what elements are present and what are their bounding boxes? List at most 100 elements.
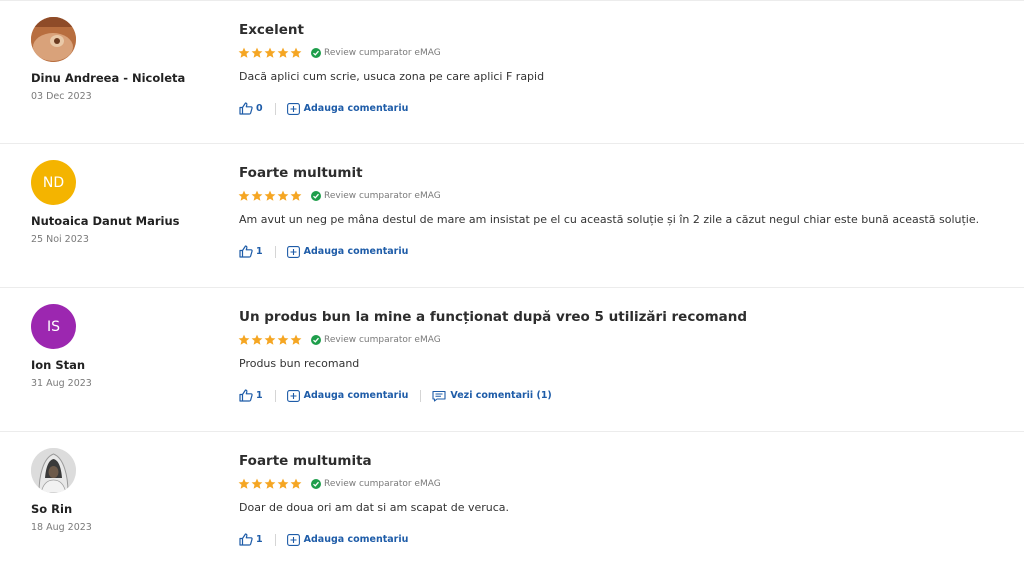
- review-meta: Review cumparator eMAG: [238, 46, 441, 60]
- review-date: 25 Noi 2023: [31, 234, 89, 245]
- star-icon: [277, 334, 289, 345]
- review-text: Dacă aplici cum scrie, usuca zona pe car…: [239, 70, 545, 83]
- plus-box-icon: [286, 533, 300, 546]
- like-button[interactable]: 1: [239, 245, 263, 258]
- star-icon: [290, 478, 302, 489]
- thumbs-up-icon: [239, 533, 253, 546]
- add-comment-button[interactable]: Adauga comentariu: [286, 245, 409, 258]
- like-count: 1: [256, 246, 263, 257]
- star-icon: [251, 334, 263, 345]
- divider: [274, 102, 276, 115]
- star-rating: [238, 190, 302, 202]
- like-count: 0: [256, 103, 263, 114]
- review-title: Foarte multumit: [239, 165, 363, 181]
- star-icon: [264, 190, 276, 201]
- review-title: Excelent: [239, 22, 304, 38]
- star-icon: [264, 334, 276, 345]
- review-meta: Review cumparator eMAG: [238, 189, 441, 203]
- divider: [420, 389, 422, 402]
- comment-icon: [432, 390, 446, 402]
- review-author: Nutoaica Danut Marius: [31, 214, 180, 228]
- thumbs-up-icon: [239, 102, 253, 115]
- like-button[interactable]: 1: [239, 533, 263, 546]
- hooded-figure-photo-icon: [31, 448, 76, 493]
- star-rating: [238, 47, 302, 59]
- divider: [274, 533, 276, 546]
- initials-avatar: IS: [31, 304, 76, 349]
- review-author: So Rin: [31, 502, 73, 516]
- star-icon: [264, 47, 276, 58]
- verified-badge: Review cumparator eMAG: [311, 479, 441, 489]
- review-meta: Review cumparator eMAG: [238, 477, 441, 491]
- review-actions: 0 Adauga comentariu: [239, 102, 408, 115]
- user-photo-avatar: [31, 17, 76, 62]
- star-icon: [238, 478, 250, 489]
- review-title: Foarte multumita: [239, 453, 372, 469]
- verified-label: Review cumparator eMAG: [324, 48, 441, 58]
- star-rating: [238, 478, 302, 490]
- star-icon: [251, 190, 263, 201]
- avatar-initials: IS: [46, 318, 60, 335]
- like-count: 1: [256, 534, 263, 545]
- review-item: So Rin 18 Aug 2023 Foarte multumita Revi…: [0, 431, 1024, 574]
- star-icon: [238, 47, 250, 58]
- thumbs-up-icon: [239, 245, 253, 258]
- star-icon: [264, 478, 276, 489]
- review-date: 31 Aug 2023: [31, 378, 92, 389]
- like-count: 1: [256, 390, 263, 401]
- add-comment-label: Adauga comentariu: [303, 534, 409, 545]
- add-comment-label: Adauga comentariu: [303, 390, 409, 401]
- add-comment-label: Adauga comentariu: [303, 246, 409, 257]
- star-icon: [290, 190, 302, 201]
- review-text: Am avut un neg pe mâna destul de mare am…: [239, 213, 980, 226]
- verified-label: Review cumparator eMAG: [324, 335, 441, 345]
- plus-box-icon: [286, 245, 300, 258]
- review-date: 03 Dec 2023: [31, 91, 92, 102]
- review-item: IS Ion Stan 31 Aug 2023 Un produs bun la…: [0, 287, 1024, 430]
- verified-label: Review cumparator eMAG: [324, 191, 441, 201]
- initials-avatar: ND: [31, 160, 76, 205]
- check-icon: [311, 48, 321, 58]
- add-comment-button[interactable]: Adauga comentariu: [286, 389, 409, 402]
- star-icon: [277, 190, 289, 201]
- star-icon: [238, 190, 250, 201]
- review-date: 18 Aug 2023: [31, 522, 92, 533]
- user-photo-avatar: [31, 448, 76, 493]
- plus-box-icon: [286, 389, 300, 402]
- review-actions: 1 Adauga comentariu: [239, 245, 408, 258]
- avatar-initials: ND: [42, 174, 65, 191]
- like-button[interactable]: 1: [239, 389, 263, 402]
- star-icon: [251, 478, 263, 489]
- review-author: Dinu Andreea - Nicoleta: [31, 71, 186, 85]
- star-icon: [277, 47, 289, 58]
- add-comment-button[interactable]: Adauga comentariu: [286, 102, 409, 115]
- star-icon: [277, 478, 289, 489]
- thumbs-up-icon: [239, 389, 253, 402]
- review-title: Un produs bun la mine a funcționat după …: [239, 309, 748, 325]
- review-text: Produs bun recomand: [239, 357, 360, 370]
- like-button[interactable]: 0: [239, 102, 263, 115]
- star-icon: [238, 334, 250, 345]
- verified-badge: Review cumparator eMAG: [311, 191, 441, 201]
- check-icon: [311, 479, 321, 489]
- review-item: ND Nutoaica Danut Marius 25 Noi 2023 Foa…: [0, 143, 1024, 286]
- review-actions: 1 Adauga comentariu: [239, 533, 408, 546]
- verified-label: Review cumparator eMAG: [324, 479, 441, 489]
- star-rating: [238, 334, 302, 346]
- review-actions: 1 Adauga comentariu Vezi comentarii (1): [239, 389, 552, 402]
- review-text: Doar de doua ori am dat si am scapat de …: [239, 501, 510, 514]
- review-item: Dinu Andreea - Nicoleta 03 Dec 2023 Exce…: [0, 0, 1024, 143]
- view-comments-button[interactable]: Vezi comentarii (1): [432, 390, 552, 402]
- verified-badge: Review cumparator eMAG: [311, 48, 441, 58]
- view-comments-label: Vezi comentarii (1): [450, 390, 552, 401]
- divider: [274, 245, 276, 258]
- add-comment-label: Adauga comentariu: [303, 103, 409, 114]
- review-meta: Review cumparator eMAG: [238, 333, 441, 347]
- user-photo-icon: [31, 17, 76, 62]
- plus-box-icon: [286, 102, 300, 115]
- add-comment-button[interactable]: Adauga comentariu: [286, 533, 409, 546]
- verified-badge: Review cumparator eMAG: [311, 335, 441, 345]
- review-author: Ion Stan: [31, 358, 86, 372]
- star-icon: [290, 334, 302, 345]
- star-icon: [251, 47, 263, 58]
